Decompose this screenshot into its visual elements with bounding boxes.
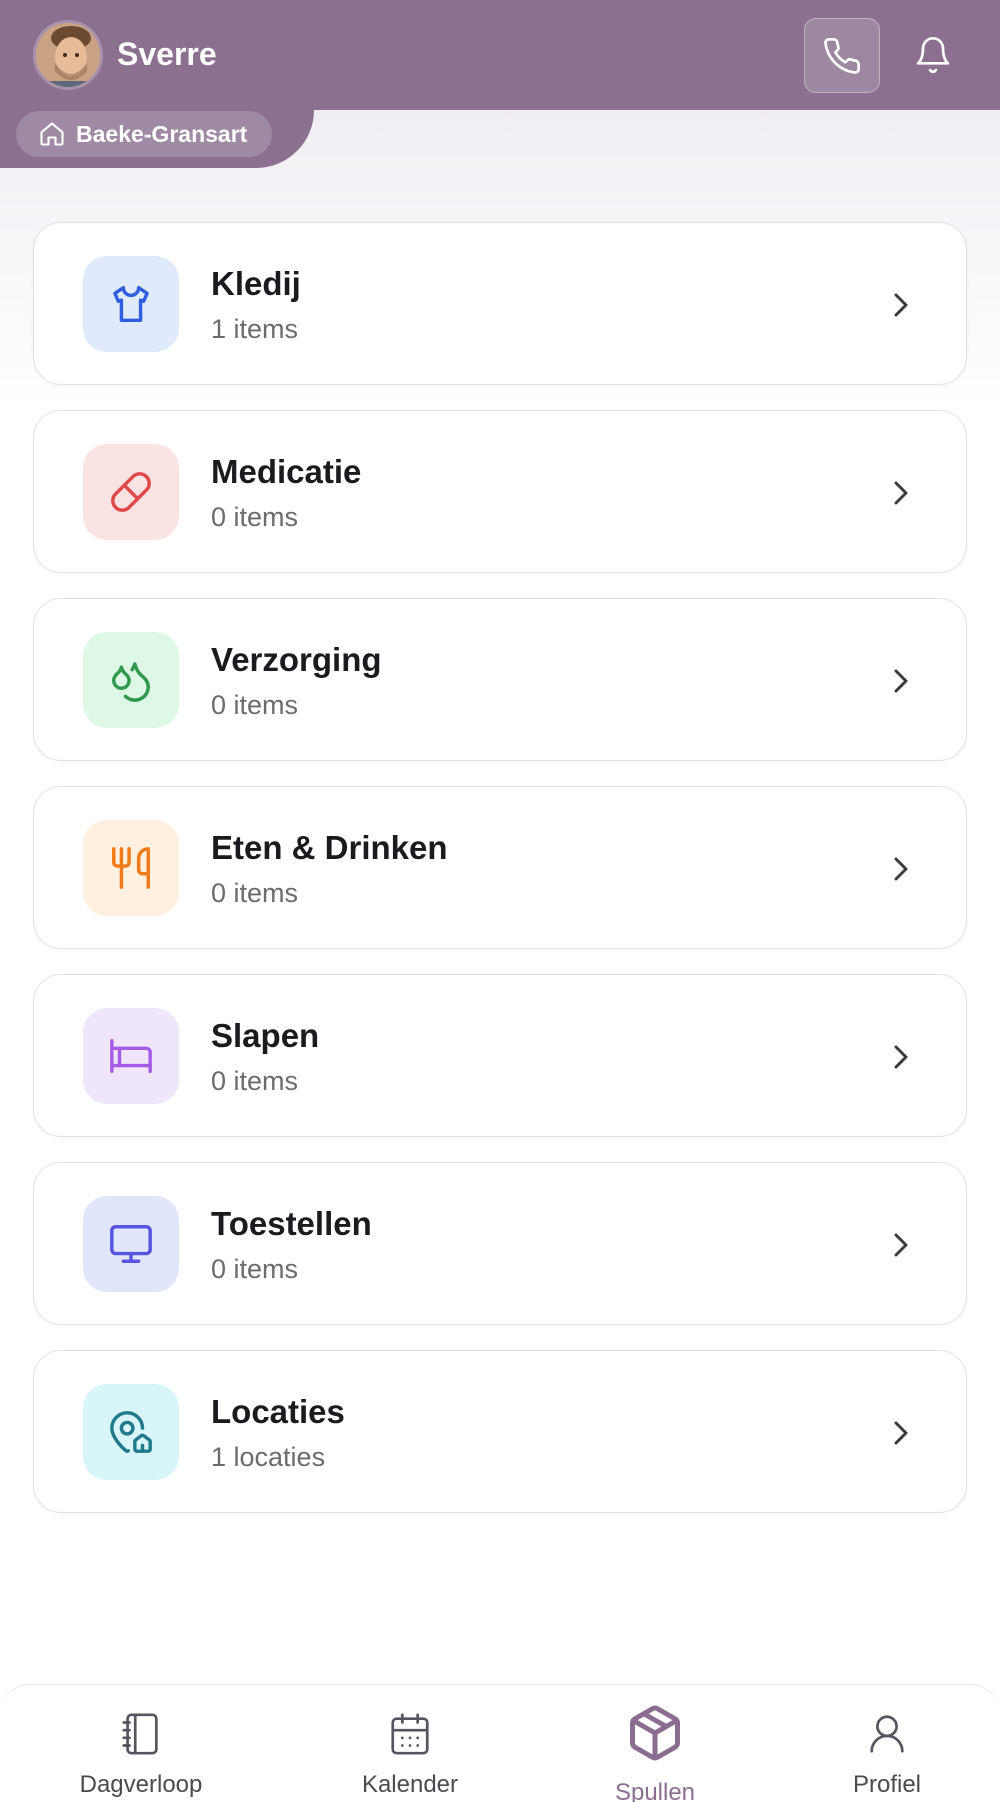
category-icon-box [83, 820, 179, 916]
shirt-icon [113, 285, 149, 323]
package-icon [630, 1705, 680, 1761]
app-header: Sverre [0, 0, 1000, 110]
category-icon-box [83, 1008, 179, 1104]
chevron-right-icon [894, 293, 908, 317]
chevron-right-icon [894, 1233, 908, 1257]
category-title: Eten & Drinken [211, 829, 448, 866]
bed-icon [110, 1038, 152, 1074]
category-title: Verzorging [211, 641, 382, 678]
household-name: Baeke-Gransart [76, 120, 248, 147]
bell-icon [916, 37, 950, 74]
bottom-nav: Dagverloop Kalender Spullen Profiel [0, 1684, 1000, 1802]
nav-label: Kalender [361, 1771, 459, 1798]
nav-label: Dagverloop [79, 1771, 203, 1798]
nav-item-dagverloop[interactable]: Dagverloop [51, 1685, 231, 1802]
notebook-icon [122, 1713, 158, 1755]
nav-label: Profiel [852, 1771, 922, 1798]
category-title: Kledij [211, 265, 301, 302]
nav-item-spullen[interactable]: Spullen [565, 1685, 745, 1802]
monitor-icon [110, 1225, 152, 1263]
category-count: 1 locaties [211, 1442, 326, 1472]
map-pin-house-icon [110, 1411, 152, 1453]
chevron-right-icon [894, 1421, 908, 1445]
chevron-right-icon [894, 481, 908, 505]
phone-icon [824, 37, 861, 74]
category-count: 0 items [211, 1254, 299, 1284]
calendar-icon [391, 1713, 429, 1755]
chevron-right-icon [894, 1045, 908, 1069]
nav-item-profiel[interactable]: Profiel [797, 1685, 977, 1802]
avatar[interactable] [33, 20, 103, 90]
nav-item-kalender[interactable]: Kalender [320, 1685, 500, 1802]
category-card-eten-drinken[interactable]: Eten & Drinken 0 items [33, 786, 967, 949]
chevron-right-icon [894, 857, 908, 881]
notifications-button[interactable] [900, 22, 966, 88]
category-card-verzorging[interactable]: Verzorging 0 items [33, 598, 967, 761]
droplets-icon [112, 662, 150, 702]
category-title: Locaties [211, 1393, 345, 1430]
category-count: 1 items [211, 314, 299, 344]
category-count: 0 items [211, 690, 299, 720]
category-count: 0 items [211, 878, 299, 908]
home-icon [40, 122, 64, 146]
category-icon-box [83, 632, 179, 728]
user-icon [870, 1715, 904, 1753]
category-title: Toestellen [211, 1205, 372, 1242]
category-card-locaties[interactable]: Locaties 1 locaties [33, 1350, 967, 1513]
household-selector[interactable]: Baeke-Gransart [16, 111, 273, 157]
category-icon-box [83, 1384, 179, 1480]
category-count: 0 items [211, 1066, 299, 1096]
chevron-right-icon [894, 669, 908, 693]
call-button[interactable] [804, 18, 880, 93]
user-name: Sverre [117, 36, 217, 72]
avatar-photo [36, 23, 100, 87]
category-title: Slapen [211, 1017, 320, 1054]
category-card-kledij[interactable]: Kledij 1 items [33, 222, 967, 385]
category-card-medicatie[interactable]: Medicatie 0 items [33, 410, 967, 573]
category-icon-box [83, 444, 179, 540]
nav-label: Spullen [614, 1779, 696, 1802]
category-icon-box [83, 256, 179, 352]
category-icon-box [83, 1196, 179, 1292]
utensils-icon [112, 847, 150, 889]
pill-icon [111, 472, 151, 512]
screen: Sverre Baeke-Gransart Kledij 1 items Med… [0, 0, 1000, 1802]
category-card-toestellen[interactable]: Toestellen 0 items [33, 1162, 967, 1325]
category-count: 0 items [211, 502, 299, 532]
category-title: Medicatie [211, 453, 362, 490]
category-card-slapen[interactable]: Slapen 0 items [33, 974, 967, 1137]
